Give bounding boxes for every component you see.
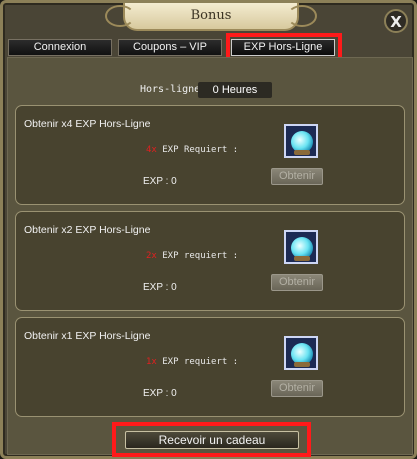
offline-label: Hors-ligne <box>140 84 201 95</box>
requirement-text: 1x EXP requiert : <box>146 357 238 367</box>
card-x2: Obtenir x2 EXP Hors-Ligne 2x EXP requier… <box>15 211 405 311</box>
window-title: Bonus <box>190 8 232 23</box>
tab-coupons-vip[interactable]: Coupons – VIP <box>118 39 222 56</box>
requirement-label: EXP requiert : <box>162 357 239 367</box>
obtain-button[interactable]: Obtenir <box>271 274 323 291</box>
obtain-button[interactable]: Obtenir <box>271 168 323 185</box>
requirement-label: EXP Requiert : <box>162 145 239 155</box>
bonus-window: Bonus X Connexion Coupons – VIP EXP Hors… <box>0 0 417 459</box>
card-title: Obtenir x2 EXP Hors-Ligne <box>24 224 151 236</box>
offline-hours-value: 0 Heures <box>198 82 272 98</box>
requirement-text: 4x EXP Requiert : <box>146 145 238 155</box>
exp-value: EXP : 0 <box>143 282 177 293</box>
multiplier-label: 1x <box>146 357 157 367</box>
gift-highlight-box <box>112 422 311 457</box>
close-button[interactable]: X <box>384 9 408 33</box>
content-panel: Hors-ligne 0 Heures Obtenir x4 EXP Hors-… <box>7 57 413 455</box>
card-title: Obtenir x4 EXP Hors-Ligne <box>24 118 151 130</box>
exp-value: EXP : 0 <box>143 176 177 187</box>
requirement-label: EXP requiert : <box>162 251 239 261</box>
card-x1: Obtenir x1 EXP Hors-Ligne 1x EXP requier… <box>15 317 405 417</box>
card-x4: Obtenir x4 EXP Hors-Ligne 4x EXP Requier… <box>15 105 405 205</box>
requirement-text: 2x EXP requiert : <box>146 251 238 261</box>
offline-row: Hors-ligne 0 Heures <box>8 82 412 98</box>
orb-icon[interactable] <box>284 336 318 370</box>
title-banner: Bonus <box>105 3 317 31</box>
orb-icon[interactable] <box>284 230 318 264</box>
orb-icon[interactable] <box>284 124 318 158</box>
card-title: Obtenir x1 EXP Hors-Ligne <box>24 330 151 342</box>
tab-connexion[interactable]: Connexion <box>8 39 112 56</box>
multiplier-label: 2x <box>146 251 157 261</box>
multiplier-label: 4x <box>146 145 157 155</box>
exp-value: EXP : 0 <box>143 388 177 399</box>
obtain-button[interactable]: Obtenir <box>271 380 323 397</box>
